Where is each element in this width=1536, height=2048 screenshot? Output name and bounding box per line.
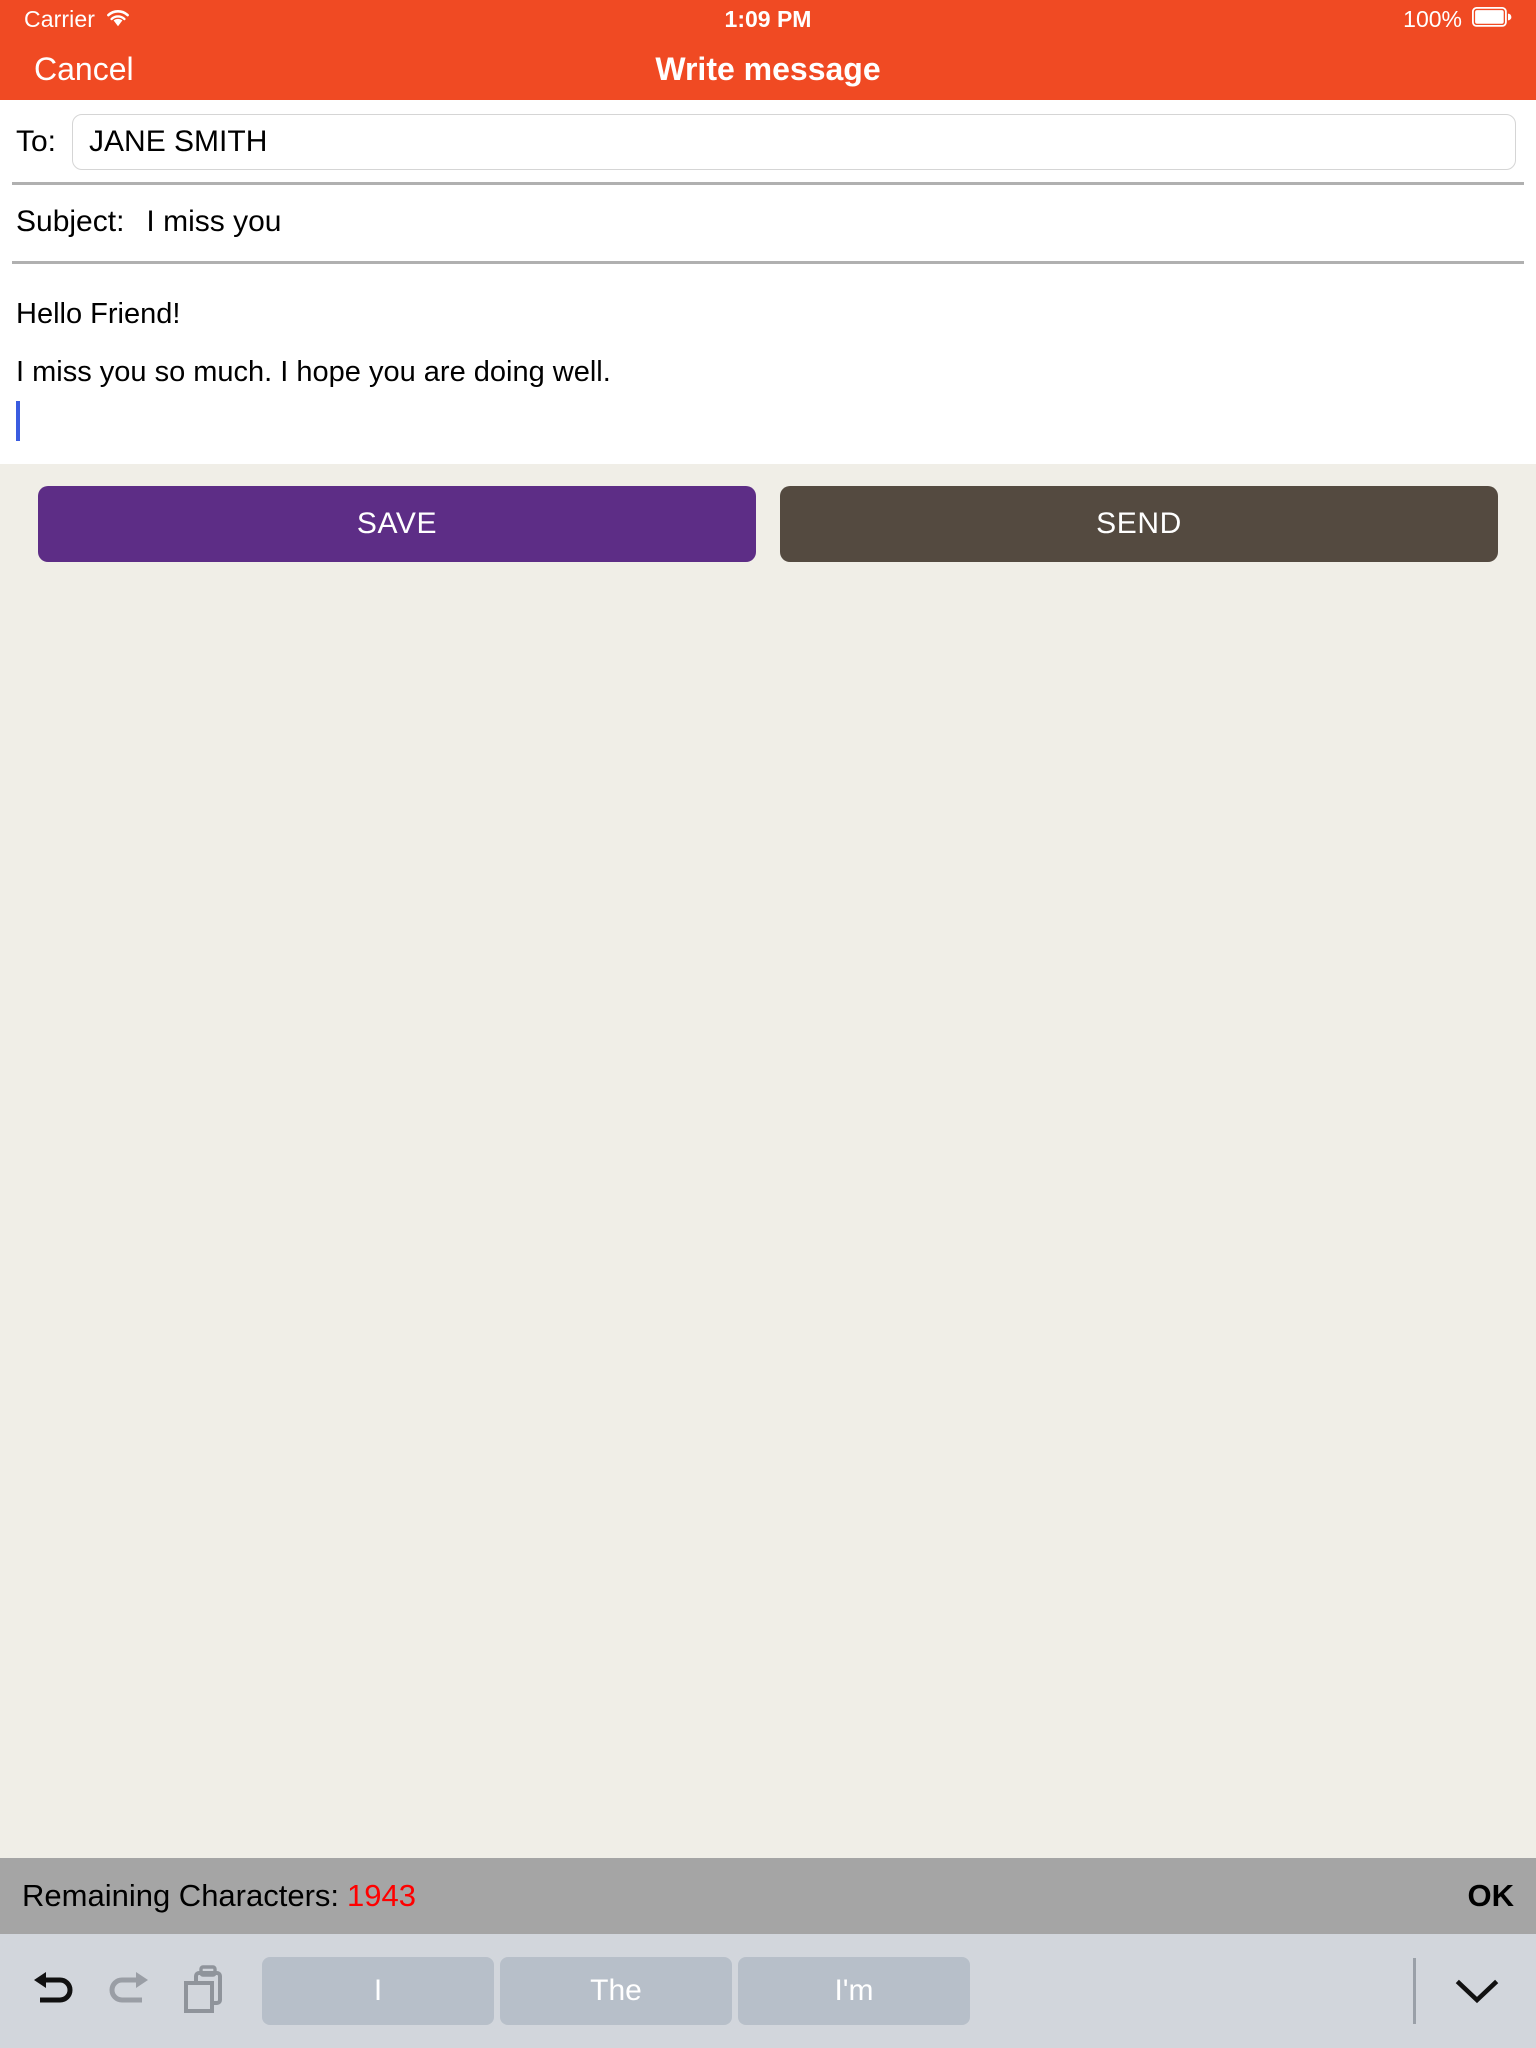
suggestion-row: I The I'm	[262, 1957, 1413, 2025]
remaining-characters-label: Remaining Characters:	[22, 1878, 340, 1913]
remaining-characters-count: 1943	[347, 1878, 416, 1913]
text-caret	[16, 401, 20, 441]
to-row: To:	[0, 100, 1536, 182]
battery-full-icon	[1471, 6, 1512, 33]
keyboard-accessory-bar: I The I'm	[0, 1934, 1536, 2048]
body-line-3	[16, 398, 1520, 450]
status-bar-right: 100%	[1403, 6, 1512, 33]
save-button[interactable]: SAVE	[38, 486, 756, 562]
keyboard-bar-right	[1413, 1958, 1520, 2024]
remaining-characters-bar: Remaining Characters: 1943 OK	[0, 1858, 1536, 1934]
navigation-bar: Cancel Write message	[0, 38, 1536, 100]
subject-row: Subject:	[0, 185, 1536, 261]
keyboard-bar-divider	[1413, 1958, 1416, 2024]
compose-form: To: Subject: Hello Friend! I miss you so…	[0, 100, 1536, 464]
suggestion-item-1[interactable]: The	[500, 1957, 732, 2025]
content-filler	[0, 562, 1536, 1858]
body-line-1: Hello Friend!	[16, 298, 181, 330]
ok-button[interactable]: OK	[1468, 1878, 1515, 1914]
to-input[interactable]	[72, 114, 1516, 170]
carrier-label: Carrier	[24, 5, 95, 32]
paste-icon[interactable]	[174, 1960, 236, 2022]
suggestion-item-0[interactable]: I	[262, 1957, 494, 2025]
chevron-down-icon[interactable]	[1444, 1960, 1510, 2022]
status-bar-time: 1:09 PM	[724, 5, 812, 32]
subject-input[interactable]	[146, 205, 1520, 239]
battery-percent-label: 100%	[1403, 5, 1462, 32]
body-line-2: I miss you so much. I hope you are doing…	[16, 356, 611, 388]
message-body-input[interactable]: Hello Friend! I miss you so much. I hope…	[0, 264, 1536, 464]
suggestion-item-2[interactable]: I'm	[738, 1957, 970, 2025]
body-bottom-pad	[16, 450, 1520, 464]
app-screen: Carrier 1:09 PM 100% Cancel Write messag…	[0, 0, 1536, 2048]
undo-icon[interactable]	[22, 1960, 84, 2022]
status-bar: Carrier 1:09 PM 100%	[0, 0, 1536, 38]
page-title: Write message	[655, 50, 881, 87]
send-button[interactable]: SEND	[780, 486, 1498, 562]
cancel-button[interactable]: Cancel	[34, 51, 134, 88]
action-button-row: SAVE SEND	[0, 464, 1536, 562]
to-label: To:	[16, 125, 57, 158]
wifi-icon	[105, 6, 131, 33]
subject-label: Subject:	[16, 205, 125, 238]
redo-icon[interactable]	[98, 1960, 160, 2022]
status-bar-left: Carrier	[24, 6, 131, 33]
